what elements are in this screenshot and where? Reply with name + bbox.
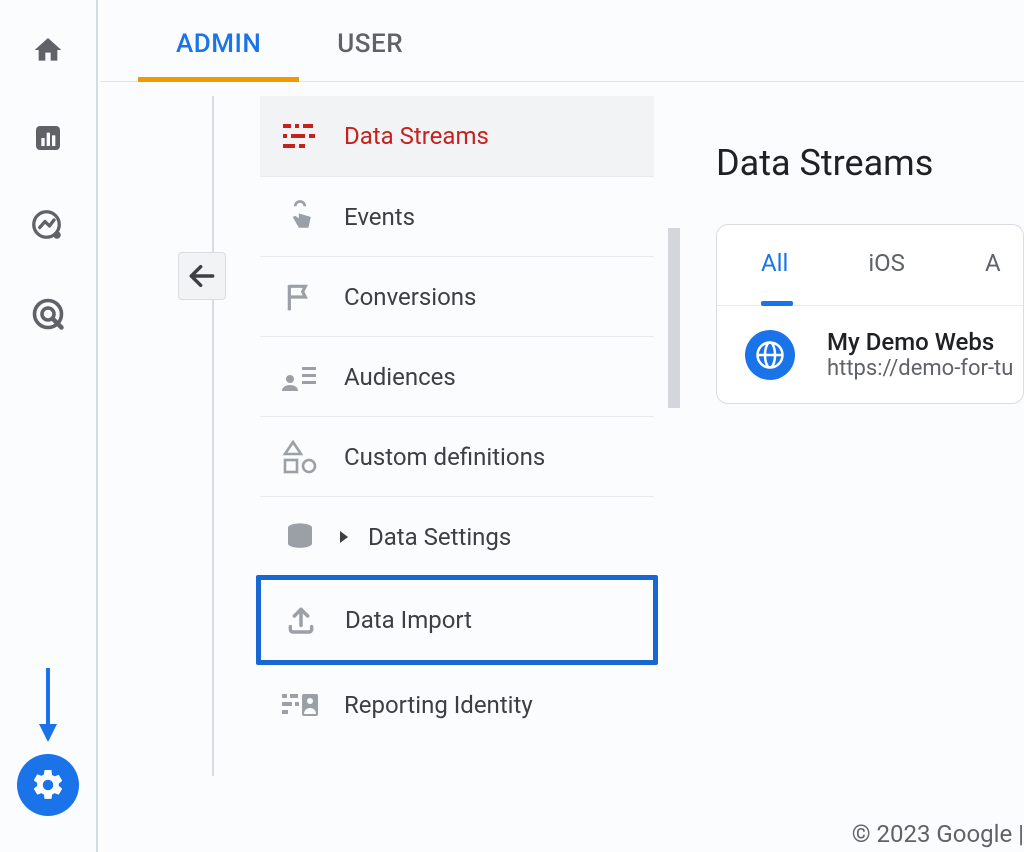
menu-label: Audiences: [344, 363, 456, 391]
menu-label: Custom definitions: [344, 443, 545, 471]
tab-admin[interactable]: ADMIN: [138, 29, 299, 81]
back-button[interactable]: [178, 252, 226, 300]
reports-icon[interactable]: [28, 118, 68, 158]
identity-icon: [282, 687, 318, 723]
tab-indicator: [761, 301, 793, 306]
streams-card: All iOS A My Demo Webs https://demo-for-…: [716, 224, 1024, 404]
audiences-icon: [282, 359, 318, 395]
menu-events[interactable]: Events: [260, 176, 654, 256]
stream-tab-android[interactable]: A: [985, 249, 1001, 297]
scrollbar-thumb[interactable]: [668, 228, 680, 408]
menu-label: Data Import: [345, 606, 472, 634]
left-nav-rail: [0, 0, 98, 852]
home-icon[interactable]: [28, 30, 68, 70]
page-title: Data Streams: [716, 142, 1024, 184]
menu-audiences[interactable]: Audiences: [260, 336, 654, 416]
top-tab-bar: ADMIN USER: [100, 0, 1024, 82]
stream-tabs: All iOS A: [717, 225, 1023, 306]
tab-user[interactable]: USER: [299, 29, 441, 81]
menu-label: Data Streams: [344, 122, 489, 150]
menu-label: Reporting Identity: [344, 691, 533, 719]
touch-icon: [282, 199, 318, 235]
advertising-icon[interactable]: [28, 294, 68, 334]
stream-info: My Demo Webs https://demo-for-tu: [827, 328, 1013, 381]
stream-name: My Demo Webs: [827, 328, 1013, 356]
main-content: Data Streams All iOS A My Demo Webs http…: [716, 142, 1024, 404]
stream-url: https://demo-for-tu: [827, 356, 1013, 381]
vertical-divider: [212, 96, 214, 776]
flag-icon: [282, 279, 318, 315]
expand-arrow-icon: [338, 523, 352, 551]
shapes-icon: [282, 439, 318, 475]
web-icon: [745, 330, 795, 380]
property-menu: Data Streams Events Conversions Audience…: [260, 96, 654, 744]
indicator-arrow-icon: [36, 664, 60, 748]
menu-data-import[interactable]: Data Import: [256, 575, 658, 665]
menu-label: Events: [344, 203, 415, 231]
menu-data-streams[interactable]: Data Streams: [260, 96, 654, 176]
menu-label: Data Settings: [368, 523, 511, 551]
data-streams-icon: [282, 118, 318, 154]
upload-icon: [283, 602, 319, 638]
database-icon: [282, 519, 318, 555]
footer-text: © 2023 Google |: [716, 820, 1024, 848]
admin-gear-button[interactable]: [17, 754, 79, 816]
stream-row[interactable]: My Demo Webs https://demo-for-tu: [717, 306, 1023, 403]
menu-data-settings[interactable]: Data Settings: [260, 496, 654, 576]
menu-conversions[interactable]: Conversions: [260, 256, 654, 336]
menu-reporting-identity[interactable]: Reporting Identity: [260, 664, 654, 744]
stream-tab-ios[interactable]: iOS: [868, 249, 905, 297]
explore-icon[interactable]: [28, 206, 68, 246]
stream-tab-all[interactable]: All: [761, 249, 788, 297]
menu-custom-definitions[interactable]: Custom definitions: [260, 416, 654, 496]
menu-label: Conversions: [344, 283, 476, 311]
